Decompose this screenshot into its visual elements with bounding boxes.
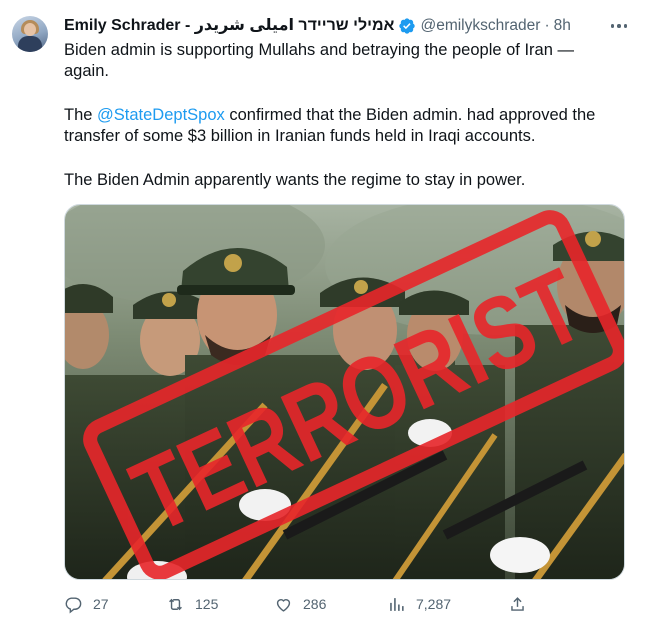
- tweet-paragraph-2: The @StateDeptSpox confirmed that the Bi…: [64, 105, 624, 147]
- more-dots-icon[interactable]: [608, 16, 630, 36]
- tweet-time[interactable]: 8h: [554, 16, 571, 36]
- tweet-paragraph-1: Biden admin is supporting Mullahs and be…: [64, 40, 624, 82]
- tweet-image[interactable]: TERRORIST: [64, 204, 625, 580]
- retweet-icon: [169, 598, 182, 610]
- avatar-face: [24, 23, 36, 36]
- share-icon: [511, 596, 524, 611]
- views-button[interactable]: 7,287: [387, 592, 451, 616]
- share-button[interactable]: [508, 592, 537, 616]
- author-avatar[interactable]: [12, 16, 48, 52]
- tweet-paragraph-2-line-2: transfer of some $3 billion in Iranian f…: [64, 127, 536, 145]
- separator-dot: ·: [544, 17, 550, 34]
- views-count: 7,287: [416, 596, 452, 612]
- tweet-line-1: Biden admin is supporting Mullahs and be…: [64, 41, 574, 59]
- like-count: 286: [303, 596, 327, 612]
- retweet-button[interactable]: 125: [166, 592, 218, 616]
- soldiers-photo: TERRORIST: [65, 205, 624, 579]
- reply-count: 27: [93, 596, 109, 612]
- tweet-paragraph-2-line-1: The @StateDeptSpox confirmed that the Bi…: [64, 105, 624, 126]
- retweet-count: 125: [195, 596, 219, 612]
- author-name[interactable]: Emily Schrader - אמילי שריידר امیلی شرید…: [64, 16, 394, 36]
- tweet-header: Emily Schrader - אמילי שריידר امیلی شرید…: [64, 15, 584, 37]
- views-chart-icon: [390, 597, 404, 611]
- p2-suffix: confirmed that the Biden admin. had appr…: [224, 106, 596, 124]
- tweet-line-2: again.: [64, 62, 109, 80]
- verified-badge-icon: [399, 18, 416, 34]
- like-button[interactable]: 286: [274, 592, 326, 616]
- mention-link[interactable]: @StateDeptSpox: [97, 106, 225, 124]
- reply-icon: [65, 596, 82, 613]
- heart-icon: [276, 598, 291, 612]
- avatar-body: [18, 36, 42, 52]
- tweet-paragraph-3: The Biden Admin apparently wants the reg…: [64, 171, 526, 189]
- tweet-actions: 27 125 286 7,287: [64, 592, 534, 616]
- p2-prefix: The: [64, 106, 98, 124]
- author-handle[interactable]: @emilykschrader: [420, 16, 540, 36]
- reply-button[interactable]: 27: [64, 592, 109, 616]
